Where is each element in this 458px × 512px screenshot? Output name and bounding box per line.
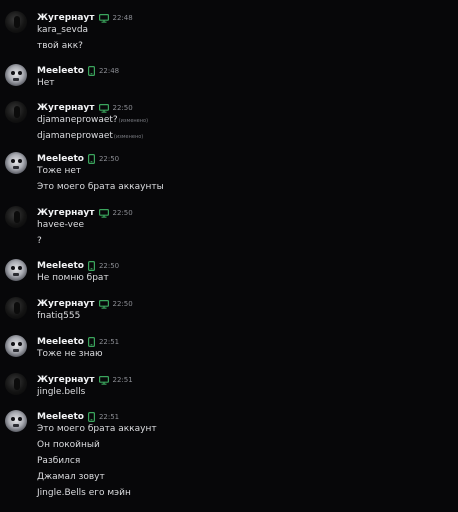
message-line: Это моего брата аккаунты	[37, 182, 164, 192]
message-text: kara_sevda	[37, 25, 89, 35]
edited-label: (изменено)	[113, 134, 144, 140]
message-text: Jingle.Bells его мэйн	[37, 488, 131, 498]
message-line: jingle.bells	[37, 387, 85, 397]
author-name[interactable]: Meeleeto	[37, 261, 84, 271]
message-line: Тоже не знаю	[37, 349, 103, 359]
message-header: Жугернаут 22:48	[37, 11, 133, 25]
message-line: kara_sevda	[37, 25, 88, 35]
message-text: jingle.bells	[37, 387, 86, 397]
message-text: Не помню брат	[37, 273, 109, 283]
author-name[interactable]: Жугернаут	[37, 103, 95, 113]
message-line: havee-vee	[37, 220, 84, 230]
avatar[interactable]	[5, 335, 27, 357]
avatar[interactable]	[5, 206, 27, 228]
message-header: Жугернаут 22:51	[37, 373, 133, 387]
message-text: Тоже не знаю	[37, 349, 103, 359]
phone-icon	[87, 66, 95, 76]
message-text: djamaneprowaet?	[37, 115, 118, 125]
message-header: Meeleeto 22:51	[37, 335, 119, 349]
phone-icon	[87, 154, 95, 164]
message-line: Джамал зовут	[37, 472, 105, 482]
message-line: Тоже нет	[37, 166, 81, 176]
message-header: Жугернаут 22:50	[37, 206, 133, 220]
timestamp[interactable]: 22:51	[99, 338, 119, 346]
message-text: Джамал зовут	[37, 472, 105, 482]
phone-icon	[87, 261, 95, 271]
message-line: djamaneprowaet(изменено)	[37, 131, 143, 141]
message-line: djamaneprowaet?(изменено)	[37, 115, 148, 125]
author-name[interactable]: Meeleeto	[37, 412, 84, 422]
timestamp[interactable]: 22:51	[99, 413, 119, 421]
message-header: Meeleeto 22:51	[37, 410, 119, 424]
monitor-icon	[98, 208, 109, 218]
message-line: Не помню брат	[37, 273, 109, 283]
message-text: fnatiq555	[37, 311, 81, 321]
author-name[interactable]: Meeleeto	[37, 154, 84, 164]
author-name[interactable]: Meeleeto	[37, 337, 84, 347]
message-line: твой акк?	[37, 41, 83, 51]
avatar[interactable]	[5, 152, 27, 174]
message-line: Он покойный	[37, 440, 100, 450]
monitor-icon	[98, 103, 109, 113]
message-text: Он покойный	[37, 440, 100, 450]
message-text: Тоже нет	[37, 166, 82, 176]
chat-message-list: Жугернаут 22:48 kara_sevda твой акк? Meeleet…	[0, 0, 458, 512]
message-text: ?	[37, 236, 42, 246]
phone-icon	[87, 412, 95, 422]
timestamp[interactable]: 22:50	[113, 300, 133, 308]
author-name[interactable]: Meeleeto	[37, 66, 84, 76]
avatar[interactable]	[5, 259, 27, 281]
monitor-icon	[98, 299, 109, 309]
message-line: fnatiq555	[37, 311, 80, 321]
message-line: Разбился	[37, 456, 80, 466]
message-text: Это моего брата аккаунты	[37, 182, 164, 192]
author-name[interactable]: Жугернаут	[37, 375, 95, 385]
message-text: Разбился	[37, 456, 81, 466]
message-text: Нет	[37, 78, 55, 88]
author-name[interactable]: Жугернаут	[37, 208, 95, 218]
timestamp[interactable]: 22:48	[113, 14, 133, 22]
avatar[interactable]	[5, 11, 27, 33]
message-header: Meeleeto 22:50	[37, 259, 119, 273]
timestamp[interactable]: 22:50	[113, 209, 133, 217]
author-name[interactable]: Жугернаут	[37, 13, 95, 23]
message-line: Это моего брата аккаунт	[37, 424, 157, 434]
phone-icon	[87, 337, 95, 347]
timestamp[interactable]: 22:50	[99, 262, 119, 270]
author-name[interactable]: Жугернаут	[37, 299, 95, 309]
message-header: Жугернаут 22:50	[37, 101, 133, 115]
message-line: ?	[37, 236, 42, 246]
message-text: djamaneprowaet	[37, 131, 113, 141]
avatar[interactable]	[5, 64, 27, 86]
timestamp[interactable]: 22:51	[113, 376, 133, 384]
message-line: Нет	[37, 78, 55, 88]
monitor-icon	[98, 375, 109, 385]
timestamp[interactable]: 22:48	[99, 67, 119, 75]
message-line: Jingle.Bells его мэйн	[37, 488, 131, 498]
message-text: havee-vee	[37, 220, 85, 230]
monitor-icon	[98, 13, 109, 23]
message-header: Meeleeto 22:50	[37, 152, 119, 166]
message-text: Это моего брата аккаунт	[37, 424, 157, 434]
avatar[interactable]	[5, 297, 27, 319]
avatar[interactable]	[5, 410, 27, 432]
edited-label: (изменено)	[118, 118, 149, 124]
message-text: твой акк?	[37, 41, 83, 51]
message-header: Жугернаут 22:50	[37, 297, 133, 311]
avatar[interactable]	[5, 373, 27, 395]
timestamp[interactable]: 22:50	[99, 155, 119, 163]
timestamp[interactable]: 22:50	[113, 104, 133, 112]
message-header: Meeleeto 22:48	[37, 64, 119, 78]
avatar[interactable]	[5, 101, 27, 123]
